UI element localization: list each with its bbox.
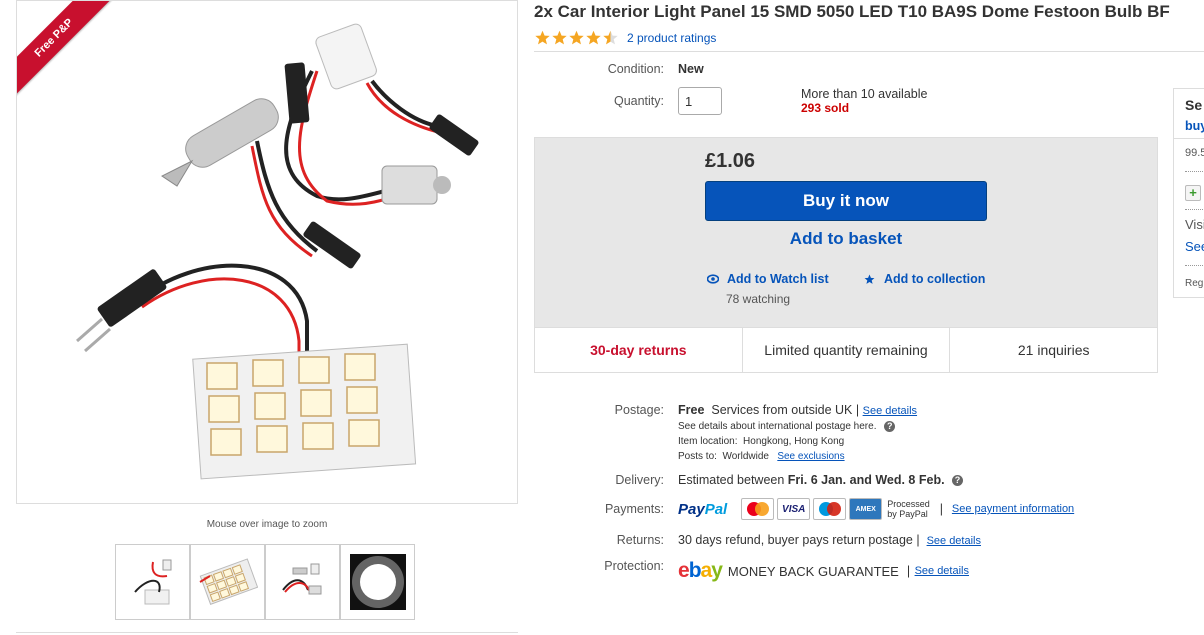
postage-free: Free <box>678 403 705 417</box>
product-ratings-link[interactable]: 2 product ratings <box>627 31 716 45</box>
see-exclusions-link[interactable]: See exclusions <box>777 451 844 462</box>
returns-policy: 30 days refund, buyer pays return postag… <box>678 533 981 547</box>
delivery-estimate: Estimated between Fri. 6 Jan. and Wed. 8… <box>678 473 964 487</box>
quantity-label: Quantity: <box>613 94 664 108</box>
see-payment-information-link[interactable]: See payment information <box>952 503 1074 515</box>
item-location-label: Item location: <box>678 436 738 447</box>
zoom-hint: Mouse over image to zoom <box>206 519 328 530</box>
seller-info-panel: Se buy 99.5 + Visi See Reg <box>1173 88 1204 298</box>
returns-text: 30 days refund, buyer pays return postag… <box>678 533 913 547</box>
title-divider <box>534 51 1204 52</box>
guarantee-text: MONEY BACK GUARANTEE <box>727 563 899 579</box>
paypal-logo: PayPal <box>678 500 728 518</box>
eye-icon <box>707 274 719 284</box>
postage-line: Free Services from outside UK | See deta… <box>678 403 917 417</box>
seller-divider <box>1174 138 1204 139</box>
price: £1.06 <box>705 150 756 172</box>
see-other-items-link[interactable]: See <box>1185 239 1204 254</box>
add-to-watch-list-link[interactable]: Add to Watch list <box>707 272 829 286</box>
thumbnail-lit-led[interactable] <box>340 544 415 620</box>
separator: | <box>916 533 920 547</box>
ebay-logo: ebay <box>678 559 723 582</box>
thumbnail-strip <box>115 544 415 620</box>
seller-heading: Se <box>1185 97 1203 113</box>
item-location: Item location: Hongkong, Hong Kong <box>678 436 844 447</box>
protection-label: Protection: <box>604 559 664 573</box>
collection-label: Add to collection <box>884 272 986 286</box>
seller-feedback-percent: 99.5 <box>1185 147 1204 159</box>
star-icon <box>864 274 875 284</box>
registered-business-label: Reg <box>1185 278 1204 289</box>
international-postage-note: See details about international postage … <box>678 421 896 433</box>
buy-it-now-button[interactable]: Buy it now <box>705 181 987 221</box>
separator: | <box>855 403 860 417</box>
star-half-icon <box>603 30 618 45</box>
mastercard-icon <box>741 498 775 520</box>
processed-by-paypal: Processed by PayPal <box>887 499 930 519</box>
payments-label: Payments: <box>604 502 664 516</box>
thumbnail-led-panel[interactable] <box>190 544 265 620</box>
separator: | <box>906 564 911 578</box>
payment-methods: PayPal VISA AMEX Processed by PayPal | Se… <box>678 498 1074 520</box>
star-icon <box>569 30 584 45</box>
postage-label: Postage: <box>614 403 664 417</box>
help-icon[interactable]: ? <box>952 475 964 487</box>
separator: | <box>939 502 943 516</box>
condition-value: New <box>678 62 704 76</box>
add-to-collection-link[interactable]: Add to collection <box>864 272 985 286</box>
follow-seller-button[interactable]: + <box>1185 185 1201 201</box>
posts-to-value: Worldwide <box>722 451 769 462</box>
postage-see-details-link[interactable]: See details <box>863 405 917 417</box>
item-title: 2x Car Interior Light Panel 15 SMD 5050 … <box>534 2 1170 21</box>
product-rating: 2 product ratings <box>534 30 716 46</box>
maestro-icon <box>813 498 847 520</box>
returns-see-details-link[interactable]: See details <box>927 535 981 547</box>
delivery-label: Delivery: <box>615 473 664 487</box>
star-icon <box>586 30 601 45</box>
protection-see-details-link[interactable]: See details <box>915 565 969 577</box>
international-postage-text: See details about international postage … <box>678 421 877 433</box>
posts-to-label: Posts to: <box>678 451 717 462</box>
condition-label: Condition: <box>607 62 664 76</box>
postage-service: Services from outside UK <box>711 403 853 417</box>
item-stats-row: 30-day returns Limited quantity remainin… <box>534 327 1158 373</box>
money-back-guarantee: ebay MONEY BACK GUARANTEE | See details <box>678 559 969 583</box>
amex-icon: AMEX <box>849 498 883 520</box>
star-icon <box>535 30 550 45</box>
item-location-value: Hongkong, Hong Kong <box>743 436 845 447</box>
thumbnail-adapters[interactable] <box>265 544 340 620</box>
gallery-divider <box>16 632 518 633</box>
returns-label: Returns: <box>616 533 664 547</box>
dotted-divider <box>1185 171 1204 172</box>
seller-name-link[interactable]: buy <box>1185 119 1204 133</box>
visa-icon: VISA <box>777 498 811 520</box>
dotted-divider <box>1185 265 1204 266</box>
star-icon <box>552 30 567 45</box>
help-icon[interactable]: ? <box>884 421 896 432</box>
main-product-image[interactable]: Free P&P <box>16 0 518 504</box>
visit-shop-label: Visi <box>1185 217 1204 232</box>
quantity-input[interactable] <box>678 87 722 115</box>
posts-to: Posts to: Worldwide See exclusions <box>678 451 845 462</box>
delivery-range: Fri. 6 Jan. and Wed. 8 Feb. <box>787 473 945 487</box>
dotted-divider <box>1185 209 1204 210</box>
add-to-basket-button[interactable]: Add to basket <box>705 229 987 249</box>
watching-count: 78 watching <box>726 292 791 306</box>
returns-stat: 30-day returns <box>590 342 687 358</box>
inquiries-stat: 21 inquiries <box>949 328 1157 372</box>
led-kit-illustration <box>76 23 479 480</box>
sold-count[interactable]: 293 sold <box>801 101 849 115</box>
watch-list-label: Add to Watch list <box>727 272 829 286</box>
limited-quantity-stat: Limited quantity remaining <box>741 328 950 372</box>
availability-text: More than 10 available <box>801 87 928 101</box>
delivery-prefix: Estimated between <box>678 473 785 487</box>
thumbnail-led-kit[interactable] <box>115 544 190 620</box>
